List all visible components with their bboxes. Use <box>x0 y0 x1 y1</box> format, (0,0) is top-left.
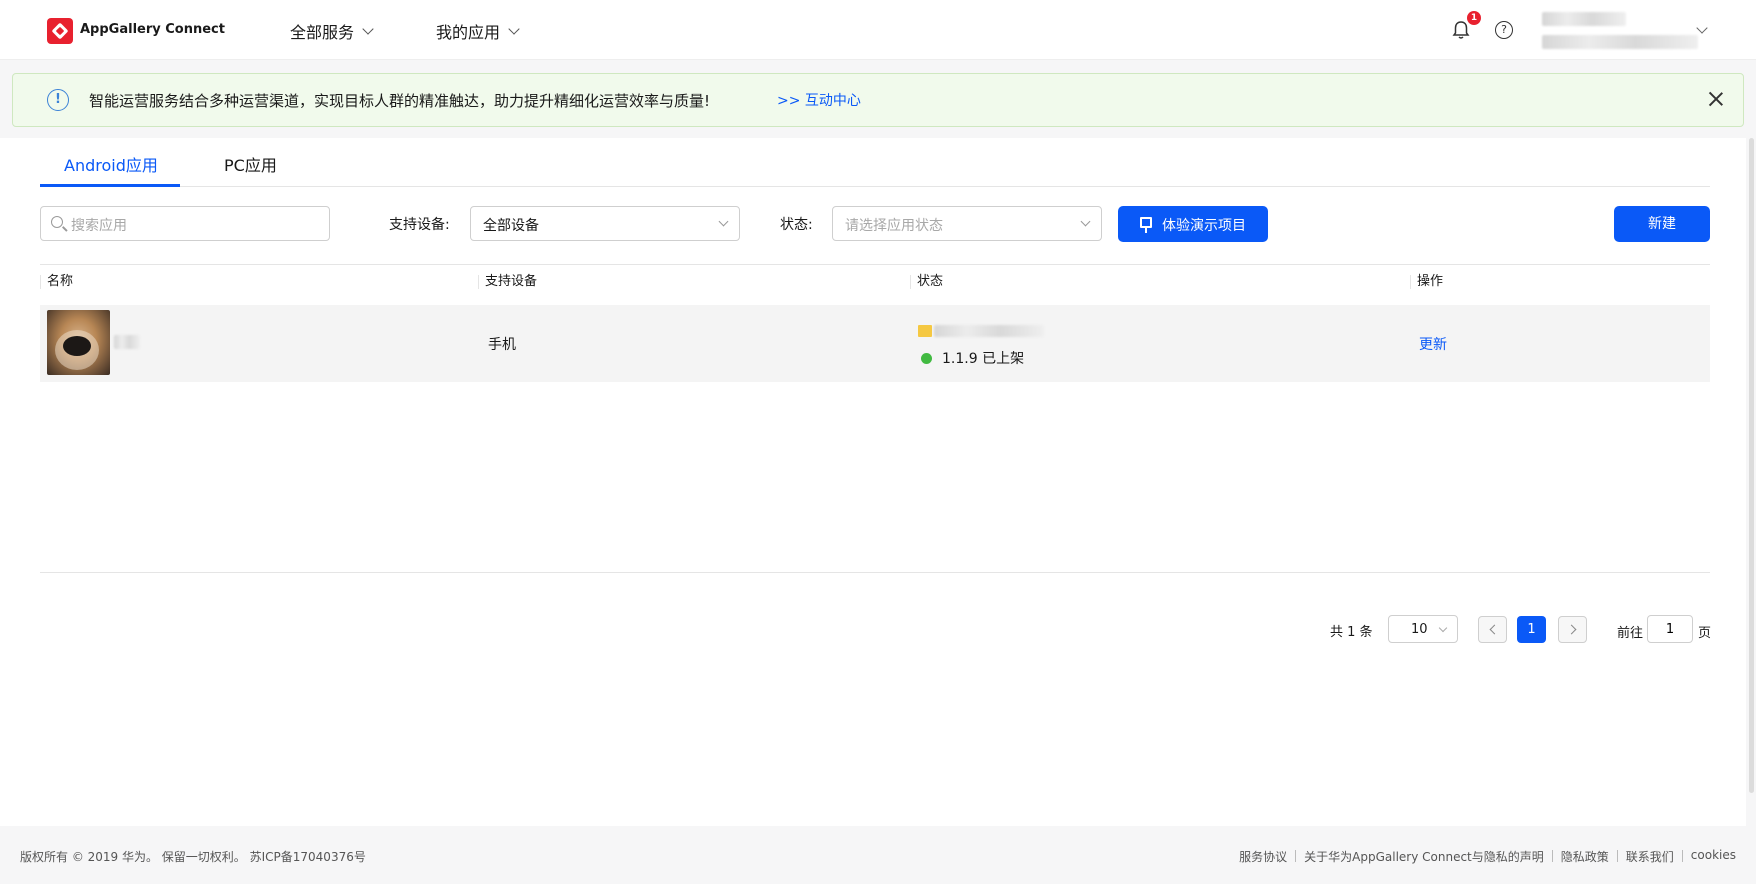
row-status: 1.1.9 已上架 <box>942 351 1025 367</box>
row-device: 手机 <box>488 337 516 353</box>
brand-name[interactable]: AppGallery Connect <box>80 22 225 37</box>
status-select-placeholder: 请选择应用状态 <box>845 218 943 234</box>
page-size-value: 10 <box>1411 622 1428 637</box>
chevron-down-icon[interactable] <box>1696 22 1708 34</box>
status-filter-label: 状态: <box>780 217 813 233</box>
close-icon[interactable] <box>1706 89 1726 109</box>
footer-link-privacy-statement[interactable]: 关于华为AppGallery Connect与隐私的声明 <box>1304 848 1544 865</box>
status-detail-redacted <box>934 325 1044 337</box>
update-link[interactable]: 更新 <box>1419 334 1447 354</box>
chevron-down-icon <box>718 216 729 227</box>
footer-separator <box>1295 850 1297 862</box>
tab-pc[interactable]: PC应用 <box>224 152 277 176</box>
new-app-button[interactable]: 新建 <box>1614 206 1710 242</box>
info-icon: ! <box>47 89 69 111</box>
footer-links: 服务协议 关于华为AppGallery Connect与隐私的声明 隐私政策 联… <box>1239 848 1736 865</box>
nav-my-apps-label: 我的应用 <box>436 23 501 42</box>
search-placeholder: 搜索应用 <box>71 218 127 234</box>
footer-separator <box>1616 850 1618 862</box>
current-page-button[interactable]: 1 <box>1517 616 1546 643</box>
chevron-right-icon <box>1566 624 1577 635</box>
interaction-center-link[interactable]: >> 互动中心 <box>777 90 861 110</box>
copyright-text: 版权所有 © 2019 华为。 保留一切权利。 苏ICP备17040376号 <box>20 850 366 864</box>
notification-badge: 1 <box>1467 11 1481 25</box>
top-header: AppGallery Connect 全部服务 我的应用 1 ? <box>0 0 1756 60</box>
footer-link-contact[interactable]: 联系我们 <box>1626 848 1674 865</box>
demo-project-label: 体验演示项目 <box>1162 218 1246 234</box>
nav-my-apps[interactable]: 我的应用 <box>436 19 520 43</box>
chevron-down-icon <box>508 23 520 35</box>
nav-all-services-label: 全部服务 <box>290 23 355 42</box>
user-name-redacted[interactable] <box>1542 12 1626 26</box>
status-select[interactable]: 请选择应用状态 <box>832 206 1102 241</box>
app-icon-image[interactable] <box>47 310 110 375</box>
prev-page-button[interactable] <box>1478 616 1507 643</box>
footer-separator <box>1681 850 1683 862</box>
goto-label: 前往 <box>1617 626 1644 641</box>
table-row[interactable]: 手机 1.1.9 已上架 更新 <box>40 305 1710 382</box>
help-icon[interactable]: ? <box>1495 21 1513 39</box>
active-tab-indicator <box>40 184 180 187</box>
device-select[interactable]: 全部设备 <box>470 206 740 241</box>
chevron-down-icon <box>1080 216 1091 227</box>
pagination-total: 共 1 条 <box>1330 625 1373 640</box>
notice-text: 智能运营服务结合多种运营渠道，实现目标人群的精准触达，助力提升精细化运营效率与质… <box>89 92 711 110</box>
vertical-scrollbar[interactable] <box>1749 138 1754 793</box>
footer-separator <box>1551 850 1553 862</box>
main-panel: Android应用 PC应用 搜索应用 支持设备: 全部设备 状态: 请选择应用… <box>0 138 1746 826</box>
device-select-value: 全部设备 <box>483 218 539 234</box>
bell-icon[interactable] <box>1452 20 1470 40</box>
app-name-redacted[interactable] <box>114 335 140 349</box>
footer-link-terms[interactable]: 服务协议 <box>1239 848 1287 865</box>
status-flag-icon <box>918 325 932 337</box>
page-footer: 版权所有 © 2019 华为。 保留一切权利。 苏ICP备17040376号 服… <box>0 828 1756 884</box>
search-input[interactable]: 搜索应用 <box>40 206 330 241</box>
chevron-down-icon <box>362 23 374 35</box>
chevron-down-icon <box>1438 623 1448 633</box>
user-account-redacted[interactable] <box>1542 35 1698 49</box>
column-header-status: 状态 <box>910 275 943 289</box>
column-header-name: 名称 <box>40 275 73 289</box>
footer-link-privacy-policy[interactable]: 隐私政策 <box>1561 848 1609 865</box>
demo-project-button[interactable]: 体验演示项目 <box>1118 206 1268 242</box>
device-filter-label: 支持设备: <box>389 217 450 233</box>
appgallery-logo-icon[interactable] <box>47 18 73 44</box>
search-icon <box>51 216 63 228</box>
table-bottom-divider <box>40 572 1710 573</box>
status-online-dot <box>921 353 932 364</box>
tab-android[interactable]: Android应用 <box>64 152 158 176</box>
nav-all-services[interactable]: 全部服务 <box>290 19 374 43</box>
page-suffix: 页 <box>1698 626 1712 641</box>
chevron-left-icon <box>1489 624 1500 635</box>
notice-banner: ! 智能运营服务结合多种运营渠道，实现目标人群的精准触达，助力提升精细化运营效率… <box>12 73 1744 127</box>
table-header: 名称 支持设备 状态 操作 <box>40 264 1710 297</box>
presentation-icon <box>1140 217 1152 233</box>
column-header-device: 支持设备 <box>478 275 537 289</box>
goto-page-input[interactable] <box>1647 615 1693 643</box>
next-page-button[interactable] <box>1558 616 1587 643</box>
column-header-action: 操作 <box>1410 275 1443 289</box>
app-type-tabs: Android应用 PC应用 <box>40 138 1710 187</box>
footer-link-cookies[interactable]: cookies <box>1691 848 1736 865</box>
page-size-select[interactable]: 10 <box>1388 615 1458 643</box>
